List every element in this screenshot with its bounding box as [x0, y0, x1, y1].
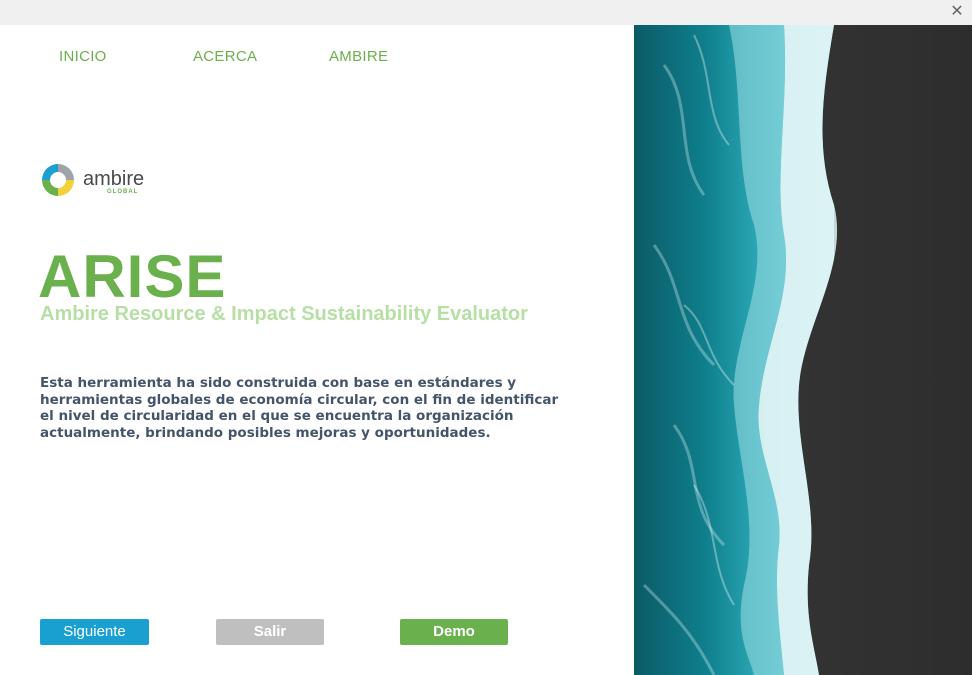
- ambire-logo-icon: [42, 164, 74, 196]
- logo-wordmark: ambire: [83, 168, 145, 190]
- title-bar: ✕: [0, 0, 972, 25]
- exit-button[interactable]: Salir: [216, 619, 324, 645]
- logo-tagline: GLOBAL: [107, 189, 139, 195]
- nav-item-acerca[interactable]: ACERCA: [193, 48, 257, 65]
- demo-button[interactable]: Demo: [400, 619, 508, 645]
- ocean-shore-image: [634, 25, 972, 675]
- app-title: ARISE: [38, 243, 227, 310]
- nav-item-inicio[interactable]: INICIO: [59, 48, 107, 65]
- app-description: Esta herramienta ha sido construida con …: [40, 375, 559, 441]
- next-button[interactable]: Siguiente: [40, 619, 149, 645]
- nav-item-ambire[interactable]: AMBIRE: [329, 48, 388, 65]
- ambire-logo: ambire GLOBAL: [38, 160, 148, 204]
- close-icon[interactable]: ✕: [948, 2, 966, 20]
- app-subtitle: Ambire Resource & Impact Sustainability …: [40, 303, 528, 325]
